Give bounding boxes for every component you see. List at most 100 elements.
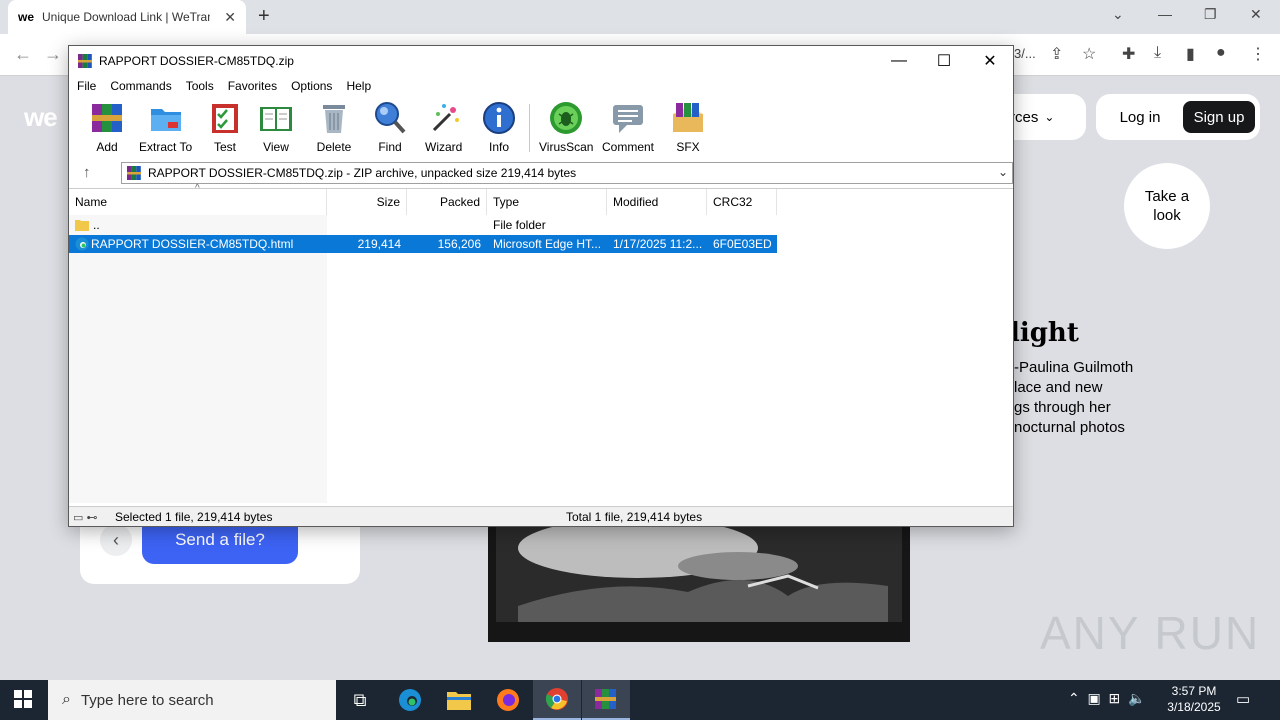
table-row[interactable]: RAPPORT DOSSIER-CM85TDQ.html 219,414 156…	[69, 235, 779, 253]
test-clipboard-icon	[212, 104, 238, 133]
anyrun-watermark: ANY RUN	[1040, 607, 1261, 659]
sfx-button[interactable]: SFX	[670, 100, 706, 156]
row-name: RAPPORT DOSSIER-CM85TDQ.html	[91, 237, 294, 251]
clock-time: 3:57 PM	[1171, 684, 1217, 698]
menu-file[interactable]: File	[77, 79, 96, 93]
resources-label: rces	[1010, 108, 1039, 126]
wetransfer-logo[interactable]: we	[24, 102, 58, 133]
address-bar-url[interactable]: 3/...	[1014, 46, 1036, 61]
tab-search-chevron-icon[interactable]: ⌄	[1112, 6, 1124, 23]
spotlight-line: -Paulina Guilmoth	[1014, 359, 1134, 376]
close-icon[interactable]: ✕	[1250, 6, 1262, 23]
forward-arrow-icon[interactable]: →	[44, 44, 62, 65]
test-button[interactable]: Test	[207, 100, 243, 156]
tray-device-icon[interactable]: ▣	[1088, 690, 1101, 706]
add-button[interactable]: Add	[89, 100, 125, 156]
virusscan-button[interactable]: VirusScan	[539, 100, 593, 156]
spotlight-line: nocturnal photos	[1014, 419, 1125, 436]
folder-icon	[75, 220, 89, 231]
menu-help[interactable]: Help	[346, 79, 371, 93]
row-packed	[407, 216, 487, 234]
bookmark-star-icon[interactable]: ☆	[1082, 44, 1096, 64]
winrar-taskbar-icon[interactable]	[582, 680, 630, 720]
take-a-look-button[interactable]: Take a look	[1124, 163, 1210, 249]
up-one-level-icon[interactable]: ↑	[83, 164, 91, 181]
toolbar-separator	[529, 104, 530, 152]
windows-start-icon[interactable]	[14, 690, 32, 708]
sort-caret-icon: ^	[195, 183, 200, 194]
winrar-minimize-icon[interactable]: —	[879, 50, 919, 72]
trash-icon	[323, 105, 345, 133]
taskbar-clock[interactable]: 3:57 PM 3/18/2025	[1162, 683, 1226, 715]
col-name[interactable]: Name ^	[69, 183, 327, 215]
tray-chevron-up-icon[interactable]: ⌃	[1068, 690, 1080, 706]
bug-scan-icon	[550, 102, 583, 134]
menu-options[interactable]: Options	[291, 79, 332, 93]
chevron-down-icon: ⌄	[1044, 110, 1055, 124]
info-button[interactable]: Info	[481, 100, 517, 156]
edge-taskbar-icon[interactable]	[386, 680, 434, 720]
profile-avatar-icon[interactable]: ●	[1216, 44, 1226, 62]
extensions-icon[interactable]: ✚	[1122, 44, 1135, 64]
notification-icon[interactable]: ▭	[1236, 690, 1250, 708]
archive-path-combobox[interactable]: RAPPORT DOSSIER-CM85TDQ.zip - ZIP archiv…	[121, 162, 1013, 184]
spotlight-line: gs through her	[1014, 399, 1111, 416]
info-label: Info	[488, 140, 509, 154]
view-button[interactable]: View	[258, 100, 294, 156]
delete-button[interactable]: Delete	[316, 100, 352, 156]
back-chevron-icon[interactable]: ‹	[100, 524, 132, 556]
col-packed[interactable]: Packed	[407, 189, 487, 215]
col-size[interactable]: Size	[327, 189, 407, 215]
row-size	[327, 216, 407, 234]
clock-date: 3/18/2025	[1167, 700, 1221, 714]
table-row[interactable]: .. File folder	[69, 216, 779, 234]
search-icon: ⌕	[62, 691, 71, 708]
browser-tab[interactable]: we Unique Download Link | WeTransfer ✕	[8, 0, 246, 34]
volume-icon[interactable]: 🔈	[1128, 690, 1145, 706]
wizard-label: Wizard	[425, 140, 463, 154]
download-icon[interactable]: ⤓	[1154, 44, 1161, 62]
menu-favorites[interactable]: Favorites	[228, 79, 277, 93]
file-explorer-icon[interactable]	[435, 680, 483, 720]
col-type[interactable]: Type	[487, 189, 607, 215]
task-view-icon[interactable]: ⧉	[336, 680, 384, 720]
chevron-down-icon[interactable]: ⌄	[998, 165, 1008, 179]
row-modified	[607, 216, 707, 234]
restore-icon[interactable]: ❐	[1204, 6, 1217, 23]
chrome-icon[interactable]	[533, 680, 581, 720]
row-packed: 156,206	[407, 235, 487, 253]
menu-commands[interactable]: Commands	[110, 79, 171, 93]
winrar-menubar: File Commands Tools Favorites Options He…	[69, 76, 1013, 96]
col-modified[interactable]: Modified	[607, 189, 707, 215]
network-icon[interactable]: ⊞	[1109, 690, 1121, 706]
browser-tabstrip: we Unique Download Link | WeTransfer ✕ +…	[0, 0, 1280, 34]
back-arrow-icon[interactable]: ←	[14, 44, 32, 65]
tab-close-icon[interactable]: ✕	[224, 9, 236, 26]
share-icon[interactable]: ⇪	[1050, 44, 1063, 64]
sfx-label: SFX	[676, 140, 700, 154]
col-name-label: Name	[75, 195, 108, 209]
extract-to-button[interactable]: Extract To	[139, 100, 192, 156]
col-crc32[interactable]: CRC32	[707, 189, 777, 215]
login-button[interactable]: Log in	[1110, 104, 1170, 130]
winrar-close-icon[interactable]: ✕	[970, 50, 1010, 72]
winrar-maximize-icon[interactable]: ☐	[924, 50, 964, 72]
find-button[interactable]: Find	[372, 100, 408, 156]
taskbar-search-box[interactable]: ⌕ Type here to search	[48, 680, 336, 720]
add-archive-icon	[92, 104, 122, 132]
virusscan-label: VirusScan	[539, 140, 594, 154]
wizard-button[interactable]: Wizard	[425, 100, 462, 156]
archive-path-text: RAPPORT DOSSIER-CM85TDQ.zip - ZIP archiv…	[148, 166, 577, 180]
winrar-window: RAPPORT DOSSIER-CM85TDQ.zip — ☐ ✕ File C…	[68, 45, 1014, 527]
minimize-icon[interactable]: —	[1158, 6, 1172, 22]
side-panel-icon[interactable]: ▮	[1186, 44, 1195, 64]
menu-tools[interactable]: Tools	[186, 79, 214, 93]
comment-button[interactable]: Comment	[602, 100, 654, 156]
extract-to-label: Extract To	[139, 140, 193, 154]
new-tab-icon[interactable]: +	[258, 5, 270, 28]
firefox-icon[interactable]	[484, 680, 532, 720]
view-label: View	[263, 140, 289, 154]
signup-button[interactable]: Sign up	[1183, 101, 1255, 133]
system-tray[interactable]: ⌃ ▣ ⊞ 🔈	[1068, 690, 1145, 707]
menu-kebab-icon[interactable]: ⋮	[1250, 44, 1266, 64]
